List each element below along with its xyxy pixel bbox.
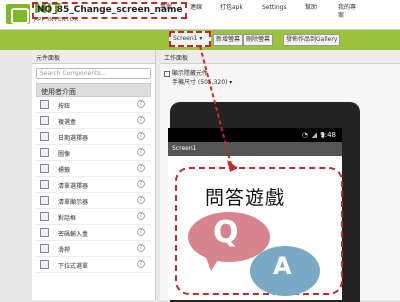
help-icon[interactable]: ? [137,164,145,172]
palette-item-label: 清單顯示器 [58,199,89,206]
project-name: NO_85_Change_screen_name [32,2,188,19]
wifi-icon: ◔ [301,131,308,139]
screen-selector-dropdown[interactable]: Screen1 ▾ [169,31,211,47]
help-icon[interactable]: ? [137,180,145,188]
phone-size-dropdown[interactable]: 手機尺寸 (505,320) ▾ [172,77,232,86]
checkbox-label: 顯示隱藏元件 [171,70,208,77]
listview-icon [40,196,49,205]
nav-build[interactable]: 打包apk [220,4,243,12]
status-clock: 9:48 [320,131,336,139]
add-screen-button[interactable]: 新增螢幕 [213,34,244,46]
palette-item-label: 密碼輸入盒 [58,231,89,238]
help-icon[interactable]: ? [137,116,145,124]
a-letter: A [273,252,292,280]
palette-item-label: 日期選擇器 [58,135,89,142]
publish-gallery-button[interactable]: 發佈作品到Gallery [283,34,341,46]
q-bubble-tail [205,255,221,271]
checkbox[interactable] [164,70,170,77]
palette-item-label: 按鈕 [58,103,71,110]
status-bar: ◔ ◢ ▮ 9:48 [168,128,342,142]
help-icon[interactable]: ? [137,132,145,140]
palette-item-label: 複選盒 [58,119,77,126]
help-icon[interactable]: ? [137,228,145,236]
spinner-icon [40,260,49,269]
screen-title-bar: Screen1 [168,142,342,156]
help-icon[interactable]: ? [137,196,145,204]
nav-help[interactable]: 幫助 [305,4,317,12]
palette-item[interactable]: 滑桿? [36,241,151,257]
search-components-input[interactable]: Search Components... [36,68,151,79]
palette-item-label: 標籤 [58,167,71,174]
remove-screen-button[interactable]: 刪除螢幕 [243,34,274,46]
component-palette: 元件面板 Search Components... 使用者介面 按鈕? 複選盒? 日… [32,50,156,300]
palette-item[interactable]: 標籤? [36,161,151,177]
image-icon [40,148,49,157]
viewer-header: 工作面板 [160,50,400,64]
palette-item[interactable]: 日期選擇器? [36,129,151,145]
palette-item[interactable]: 下拉式選單? [36,257,151,273]
checkbox-icon [40,116,49,125]
q-letter: Q [213,215,239,250]
category-user-interface[interactable]: 使用者介面 [36,83,151,97]
content-title: 問答遊戲 [205,187,286,209]
palette-item[interactable]: 複選盒? [36,113,151,129]
listpicker-icon [40,180,49,189]
nav-my-projects[interactable]: 我的專案 [338,4,360,20]
button-icon [40,100,49,109]
help-icon[interactable]: ? [137,212,145,220]
palette-item[interactable]: 密碼輸入盒? [36,225,151,241]
palette-item-label: 圖像 [58,151,71,158]
notifier-icon [40,212,49,221]
password-icon [40,228,49,237]
show-hidden-components[interactable]: 顯示隱藏元件 [164,68,208,77]
help-icon[interactable]: ? [137,260,145,268]
palette-item[interactable]: 清單顯示器? [36,193,151,209]
palette-item[interactable]: 按鈕? [36,97,151,113]
palette-item-label: 下拉式選單 [58,263,89,270]
palette-header: 元件面板 [32,50,155,64]
signal-icon: ◢ [311,131,317,139]
nav-settings[interactable]: Settings [262,4,287,12]
help-icon[interactable]: ? [137,148,145,156]
help-icon[interactable]: ? [137,100,145,108]
help-icon[interactable]: ? [137,244,145,252]
palette-item-label: 滑桿 [58,247,71,254]
palette-item[interactable]: 圖像? [36,145,151,161]
palette-item-label: 清單選擇器 [58,183,89,190]
palette-item-label: 對話框 [58,215,77,222]
datepicker-icon [40,132,49,141]
nav-connect[interactable]: 連線 [190,4,202,12]
logo-icon [6,4,30,24]
label-icon [40,164,49,173]
palette-item[interactable]: 對話框? [36,209,151,225]
palette-item[interactable]: 清單選擇器? [36,177,151,193]
slider-icon [40,244,49,253]
palette-list: 按鈕? 複選盒? 日期選擇器? 圖像? 標籤? 清單選擇器? 清單顯示器? 對話框? 密碼輸入盒… [32,97,155,273]
